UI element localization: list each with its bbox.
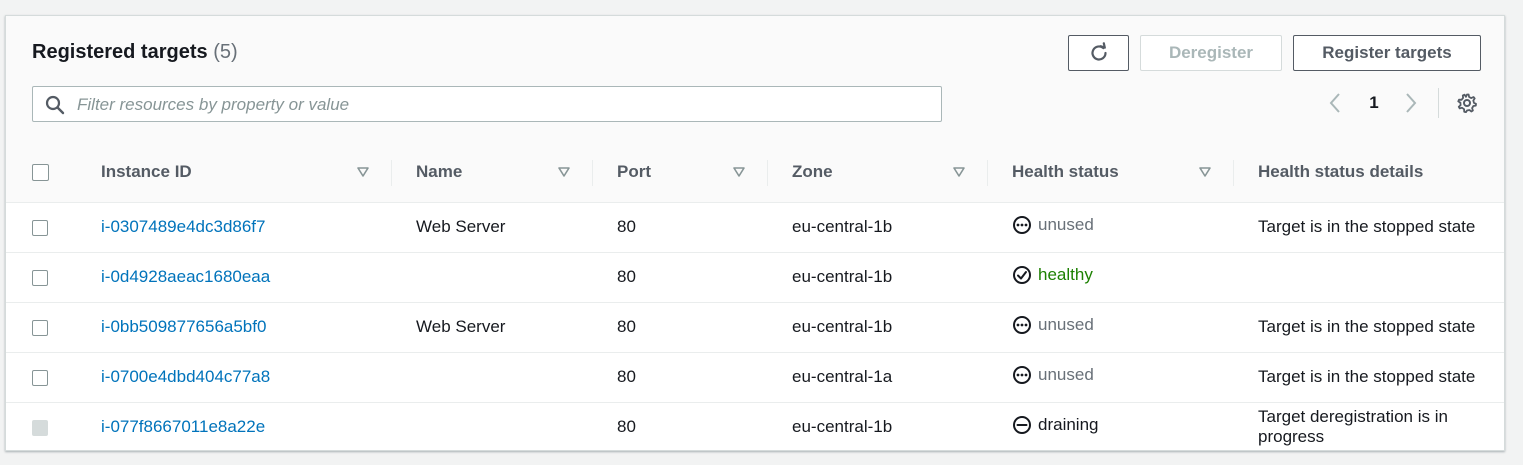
unused-status-icon	[1013, 315, 1031, 334]
pager-divider	[1438, 88, 1439, 118]
registered-targets-panel: Registered targets (5) Deregister Regist…	[5, 15, 1505, 451]
panel-title-text: Registered targets	[32, 41, 208, 63]
current-page-number[interactable]: 1	[1364, 93, 1384, 113]
sort-caret-icon[interactable]	[733, 166, 745, 177]
deregister-button[interactable]: Deregister	[1140, 35, 1282, 71]
health-status: unused	[1012, 365, 1094, 385]
port-value: 80	[617, 367, 636, 386]
row-checkbox[interactable]	[32, 269, 48, 286]
health-status-details	[1233, 252, 1504, 302]
unused-status-icon	[1013, 215, 1031, 234]
health-status-label: unused	[1038, 214, 1094, 234]
column-header-health-status[interactable]: Health status	[987, 142, 1233, 202]
table-row[interactable]: i-0307489e4dc3d86f7 Web Server 80 eu-cen…	[6, 202, 1504, 252]
instance-name	[391, 252, 592, 302]
select-all-checkbox[interactable]	[32, 163, 49, 181]
column-header-health-status-details: Health status details	[1233, 142, 1504, 202]
zone-value: eu-central-1b	[792, 267, 893, 286]
filter-search-box[interactable]	[32, 86, 942, 122]
zone-value: eu-central-1b	[792, 417, 893, 437]
targets-table: Instance ID Name Port Zone Health status…	[6, 142, 1504, 452]
health-status-details: Target is in the stopped state	[1258, 367, 1476, 386]
register-targets-button[interactable]: Register targets	[1293, 35, 1481, 71]
refresh-icon	[1090, 42, 1107, 61]
column-label: Port	[617, 161, 651, 181]
sort-caret-icon[interactable]	[953, 166, 965, 177]
sort-caret-icon[interactable]	[1199, 166, 1211, 177]
column-header-port[interactable]: Port	[592, 142, 767, 202]
table-row[interactable]: i-0bb509877656a5bf0 Web Server 80 eu-cen…	[6, 302, 1504, 352]
gear-icon[interactable]	[1457, 93, 1477, 113]
port-value: 80	[617, 317, 636, 336]
next-page-icon[interactable]	[1404, 92, 1418, 114]
table-row[interactable]: i-0700e4dbd404c77a8 80 eu-central-1a unu…	[6, 352, 1504, 402]
column-label: Health status	[1012, 161, 1119, 181]
instance-id-link[interactable]: i-0307489e4dc3d86f7	[101, 217, 265, 236]
column-label: Zone	[792, 161, 833, 181]
row-checkbox-disabled	[32, 419, 48, 436]
target-count: (5)	[213, 41, 238, 63]
health-status: unused	[1012, 315, 1094, 335]
instance-id-link[interactable]: i-0d4928aeac1680eaa	[101, 267, 270, 286]
port-value: 80	[617, 267, 636, 286]
column-header-name[interactable]: Name	[391, 142, 592, 202]
previous-page-icon[interactable]	[1328, 92, 1342, 114]
minus-circle-icon	[1013, 415, 1031, 434]
zone-value: eu-central-1b	[792, 217, 893, 236]
port-value: 80	[617, 217, 636, 236]
instance-id-link[interactable]: i-0bb509877656a5bf0	[101, 317, 266, 336]
health-status-label: healthy	[1038, 264, 1093, 284]
row-checkbox[interactable]	[32, 369, 48, 386]
row-checkbox[interactable]	[32, 219, 48, 236]
column-header-instance-id[interactable]: Instance ID	[76, 142, 391, 202]
panel-title: Registered targets (5)	[32, 41, 238, 64]
health-status: draining	[1012, 415, 1099, 435]
instance-id-link[interactable]: i-0700e4dbd404c77a8	[101, 367, 270, 386]
instance-name: Web Server	[416, 317, 506, 336]
port-value: 80	[617, 417, 636, 437]
check-circle-icon	[1013, 265, 1031, 284]
health-status: unused	[1012, 215, 1094, 235]
sort-caret-icon[interactable]	[357, 166, 369, 177]
sort-caret-icon[interactable]	[558, 166, 570, 177]
panel-header: Registered targets (5) Deregister Regist…	[6, 16, 1504, 143]
health-status: healthy	[1012, 265, 1093, 285]
column-label: Name	[416, 161, 463, 181]
health-status-label: draining	[1038, 414, 1099, 434]
instance-name	[391, 352, 592, 402]
filter-input[interactable]	[75, 93, 929, 117]
search-icon	[45, 95, 65, 115]
table-header-row: Instance ID Name Port Zone Health status…	[6, 142, 1504, 202]
row-checkbox[interactable]	[32, 319, 48, 336]
table-row[interactable]: i-077f8667011e8a22e 80 eu-central-1b dra…	[6, 402, 1504, 452]
zone-value: eu-central-1a	[792, 367, 893, 386]
health-status-details: Target is in the stopped state	[1258, 217, 1476, 236]
health-status-details: Target deregistration is in progress	[1258, 407, 1448, 447]
column-header-zone[interactable]: Zone	[767, 142, 987, 202]
unused-status-icon	[1013, 365, 1031, 384]
instance-name: Web Server	[416, 217, 506, 236]
column-label: Health status details	[1258, 161, 1424, 181]
health-status-label: unused	[1038, 364, 1094, 384]
instance-name	[391, 402, 592, 452]
zone-value: eu-central-1b	[792, 317, 893, 336]
column-label: Instance ID	[101, 161, 192, 181]
health-status-label: unused	[1038, 314, 1094, 334]
select-all-header	[6, 142, 76, 202]
instance-id-link[interactable]: i-077f8667011e8a22e	[101, 417, 265, 436]
health-status-details: Target is in the stopped state	[1258, 317, 1476, 336]
refresh-button[interactable]	[1068, 35, 1129, 71]
table-row[interactable]: i-0d4928aeac1680eaa 80 eu-central-1b hea…	[6, 252, 1504, 302]
